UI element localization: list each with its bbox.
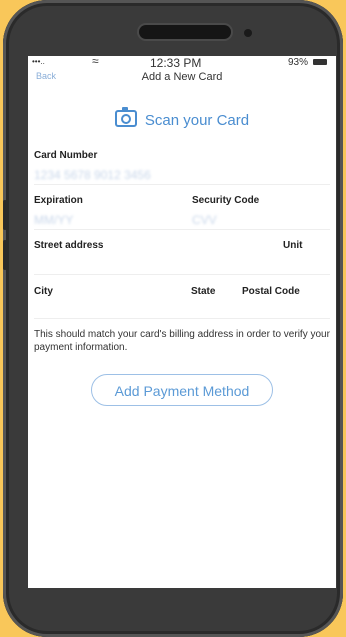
status-bar: •••.. ≈ 12:33 PM 93% bbox=[28, 56, 336, 70]
app-screen: •••.. ≈ 12:33 PM 93% Back Add a New Card… bbox=[28, 56, 336, 588]
security-code-label: Security Code bbox=[192, 195, 260, 206]
city-label: City bbox=[34, 286, 53, 297]
volume-up-button bbox=[3, 200, 7, 230]
divider bbox=[34, 318, 330, 319]
phone-frame: •••.. ≈ 12:33 PM 93% Back Add a New Card… bbox=[3, 0, 343, 637]
battery-percent: 93% bbox=[288, 57, 309, 68]
scan-card-label: Scan your Card bbox=[144, 112, 250, 129]
page-title: Add a New Card bbox=[141, 71, 223, 83]
speaker-grille bbox=[139, 25, 231, 39]
postal-code-label: Postal Code bbox=[242, 286, 300, 297]
divider bbox=[34, 184, 330, 185]
scan-card-button[interactable]: Scan your Card bbox=[28, 107, 336, 129]
divider bbox=[34, 274, 330, 275]
nav-bar: Back Add a New Card bbox=[28, 70, 336, 88]
page-background: •••.. ≈ 12:33 PM 93% Back Add a New Card… bbox=[0, 0, 346, 637]
add-payment-method-button[interactable]: Add Payment Method bbox=[91, 374, 273, 406]
card-number-label: Card Number bbox=[34, 150, 98, 161]
front-camera bbox=[244, 29, 252, 37]
expiration-input[interactable]: MM/YY bbox=[34, 213, 73, 227]
wifi-icon: ≈ bbox=[92, 56, 99, 68]
security-code-input[interactable]: CVV bbox=[192, 213, 217, 227]
street-address-label: Street address bbox=[34, 240, 104, 251]
divider bbox=[34, 229, 330, 230]
card-number-input[interactable]: 1234 5678 9012 3456 bbox=[34, 168, 151, 182]
carrier-signal: •••.. bbox=[32, 57, 45, 66]
billing-note: This should match your card's billing ad… bbox=[34, 329, 330, 353]
status-time: 12:33 PM bbox=[150, 56, 202, 70]
phone-chin bbox=[3, 588, 343, 637]
state-label: State bbox=[191, 286, 216, 297]
expiration-label: Expiration bbox=[34, 195, 83, 206]
volume-down-button bbox=[3, 240, 7, 270]
battery-icon bbox=[313, 59, 327, 65]
camera-icon bbox=[114, 107, 137, 127]
unit-label: Unit bbox=[283, 240, 303, 251]
